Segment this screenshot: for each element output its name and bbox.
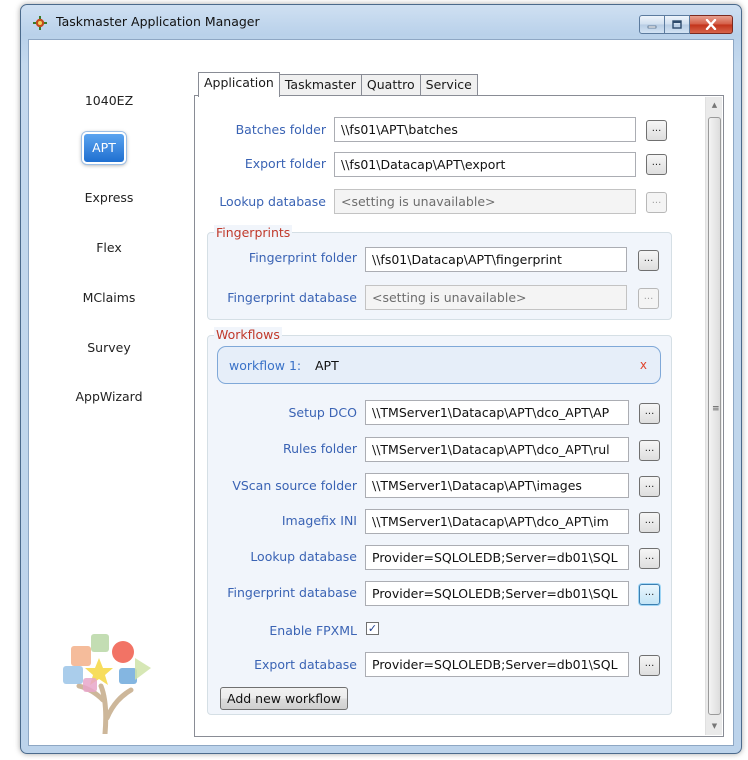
fingerprints-group-title: Fingerprints bbox=[214, 225, 293, 240]
workflow-number-label: workflow 1: bbox=[229, 358, 302, 373]
rules-folder-browse-button[interactable]: ... bbox=[639, 440, 660, 461]
tab-taskmaster[interactable]: Taskmaster bbox=[279, 74, 362, 96]
app-item-1040ez[interactable]: 1040EZ bbox=[29, 93, 189, 108]
workflows-group-title: Workflows bbox=[214, 327, 282, 342]
app-item-survey[interactable]: Survey bbox=[29, 340, 189, 355]
vscan-source-folder-browse-button[interactable]: ... bbox=[639, 476, 660, 497]
batches-folder-label: Batches folder bbox=[235, 122, 326, 137]
close-icon bbox=[705, 19, 717, 30]
scroll-down-icon[interactable]: ▼ bbox=[706, 718, 723, 735]
enable-fpxml-label: Enable FPXML bbox=[269, 623, 357, 638]
workflow-fingerprint-database-input[interactable]: Provider=SQLOLEDB;Server=db01\SQL bbox=[365, 581, 629, 606]
imagefix-ini-label: Imagefix INI bbox=[281, 513, 357, 528]
export-folder-label: Export folder bbox=[244, 156, 326, 171]
tree-logo-icon bbox=[63, 634, 151, 734]
vertical-scrollbar[interactable]: ▲ ≡ ▼ bbox=[705, 97, 722, 735]
lookup-database-input: <setting is unavailable> bbox=[334, 189, 636, 214]
workflow-lookup-database-browse-button[interactable]: ... bbox=[639, 548, 660, 569]
fingerprint-database-label: Fingerprint database bbox=[227, 290, 357, 305]
scrollbar-thumb[interactable]: ≡ bbox=[708, 117, 721, 715]
lookup-database-browse-button: ... bbox=[646, 192, 667, 213]
title-bar[interactable]: Taskmaster Application Manager bbox=[21, 5, 741, 39]
export-folder-browse-button[interactable]: ... bbox=[646, 154, 667, 175]
rules-folder-label: Rules folder bbox=[283, 441, 357, 456]
imagefix-ini-browse-button[interactable]: ... bbox=[639, 512, 660, 533]
close-button[interactable] bbox=[690, 15, 733, 34]
setup-dco-input[interactable]: \\TMServer1\Datacap\APT\dco_APT\AP bbox=[365, 400, 629, 425]
workflow-fingerprint-database-browse-button[interactable]: ... bbox=[639, 584, 660, 605]
workflow-fingerprint-database-label: Fingerprint database bbox=[227, 585, 357, 600]
workflow-name: APT bbox=[315, 358, 339, 373]
app-item-apt[interactable]: APT bbox=[82, 132, 126, 164]
fingerprint-folder-browse-button[interactable]: ... bbox=[638, 250, 659, 271]
enable-fpxml-checkbox[interactable]: ✓ bbox=[366, 622, 379, 635]
app-item-express[interactable]: Express bbox=[29, 190, 189, 205]
window-title: Taskmaster Application Manager bbox=[56, 14, 260, 29]
setup-dco-label: Setup DCO bbox=[288, 405, 357, 420]
tab-service[interactable]: Service bbox=[420, 74, 478, 96]
fingerprint-database-input: <setting is unavailable> bbox=[365, 285, 627, 310]
batches-folder-input[interactable]: \\fs01\APT\batches bbox=[334, 117, 636, 142]
export-database-label: Export database bbox=[254, 657, 357, 672]
taskmaster-gear-icon bbox=[33, 16, 47, 30]
lookup-database-label: Lookup database bbox=[219, 194, 326, 209]
setup-dco-browse-button[interactable]: ... bbox=[639, 403, 660, 424]
add-new-workflow-button[interactable]: Add new workflow bbox=[220, 687, 348, 710]
workflow-lookup-database-label: Lookup database bbox=[250, 549, 357, 564]
tab-application[interactable]: Application bbox=[198, 72, 280, 97]
fingerprint-folder-input[interactable]: \\fs01\Datacap\APT\fingerprint bbox=[365, 247, 627, 272]
workflow-header[interactable]: workflow 1: APT x bbox=[217, 346, 661, 384]
caption-buttons bbox=[639, 15, 733, 34]
workflow-lookup-database-input[interactable]: Provider=SQLOLEDB;Server=db01\SQL bbox=[365, 545, 629, 570]
app-item-appwizard[interactable]: AppWizard bbox=[29, 389, 189, 404]
vscan-source-folder-label: VScan source folder bbox=[232, 478, 357, 493]
tab-quattro[interactable]: Quattro bbox=[361, 74, 421, 96]
vscan-source-folder-input[interactable]: \\TMServer1\Datacap\APT\images bbox=[365, 473, 629, 498]
minimize-button[interactable] bbox=[639, 15, 665, 34]
scroll-up-icon[interactable]: ▲ bbox=[706, 97, 723, 114]
imagefix-ini-input[interactable]: \\TMServer1\Datacap\APT\dco_APT\im bbox=[365, 509, 629, 534]
app-item-flex[interactable]: Flex bbox=[29, 240, 189, 255]
export-database-browse-button[interactable]: ... bbox=[639, 655, 660, 676]
app-item-mclaims[interactable]: MClaims bbox=[29, 290, 189, 305]
fingerprint-folder-label: Fingerprint folder bbox=[248, 250, 357, 265]
maximize-icon bbox=[672, 20, 682, 29]
rules-folder-input[interactable]: \\TMServer1\Datacap\APT\dco_APT\rul bbox=[365, 437, 629, 462]
tab-strip: Application Taskmaster Quattro Service bbox=[198, 72, 478, 97]
scroll-grip-icon: ≡ bbox=[712, 404, 720, 414]
remove-workflow-icon[interactable]: x bbox=[640, 358, 647, 372]
fingerprint-database-browse-button: ... bbox=[638, 288, 659, 309]
minimize-icon bbox=[647, 25, 657, 28]
batches-folder-browse-button[interactable]: ... bbox=[646, 120, 667, 141]
export-folder-input[interactable]: \\fs01\Datacap\APT\export bbox=[334, 152, 636, 177]
maximize-button[interactable] bbox=[665, 15, 690, 34]
export-database-input[interactable]: Provider=SQLOLEDB;Server=db01\SQL bbox=[365, 652, 629, 677]
